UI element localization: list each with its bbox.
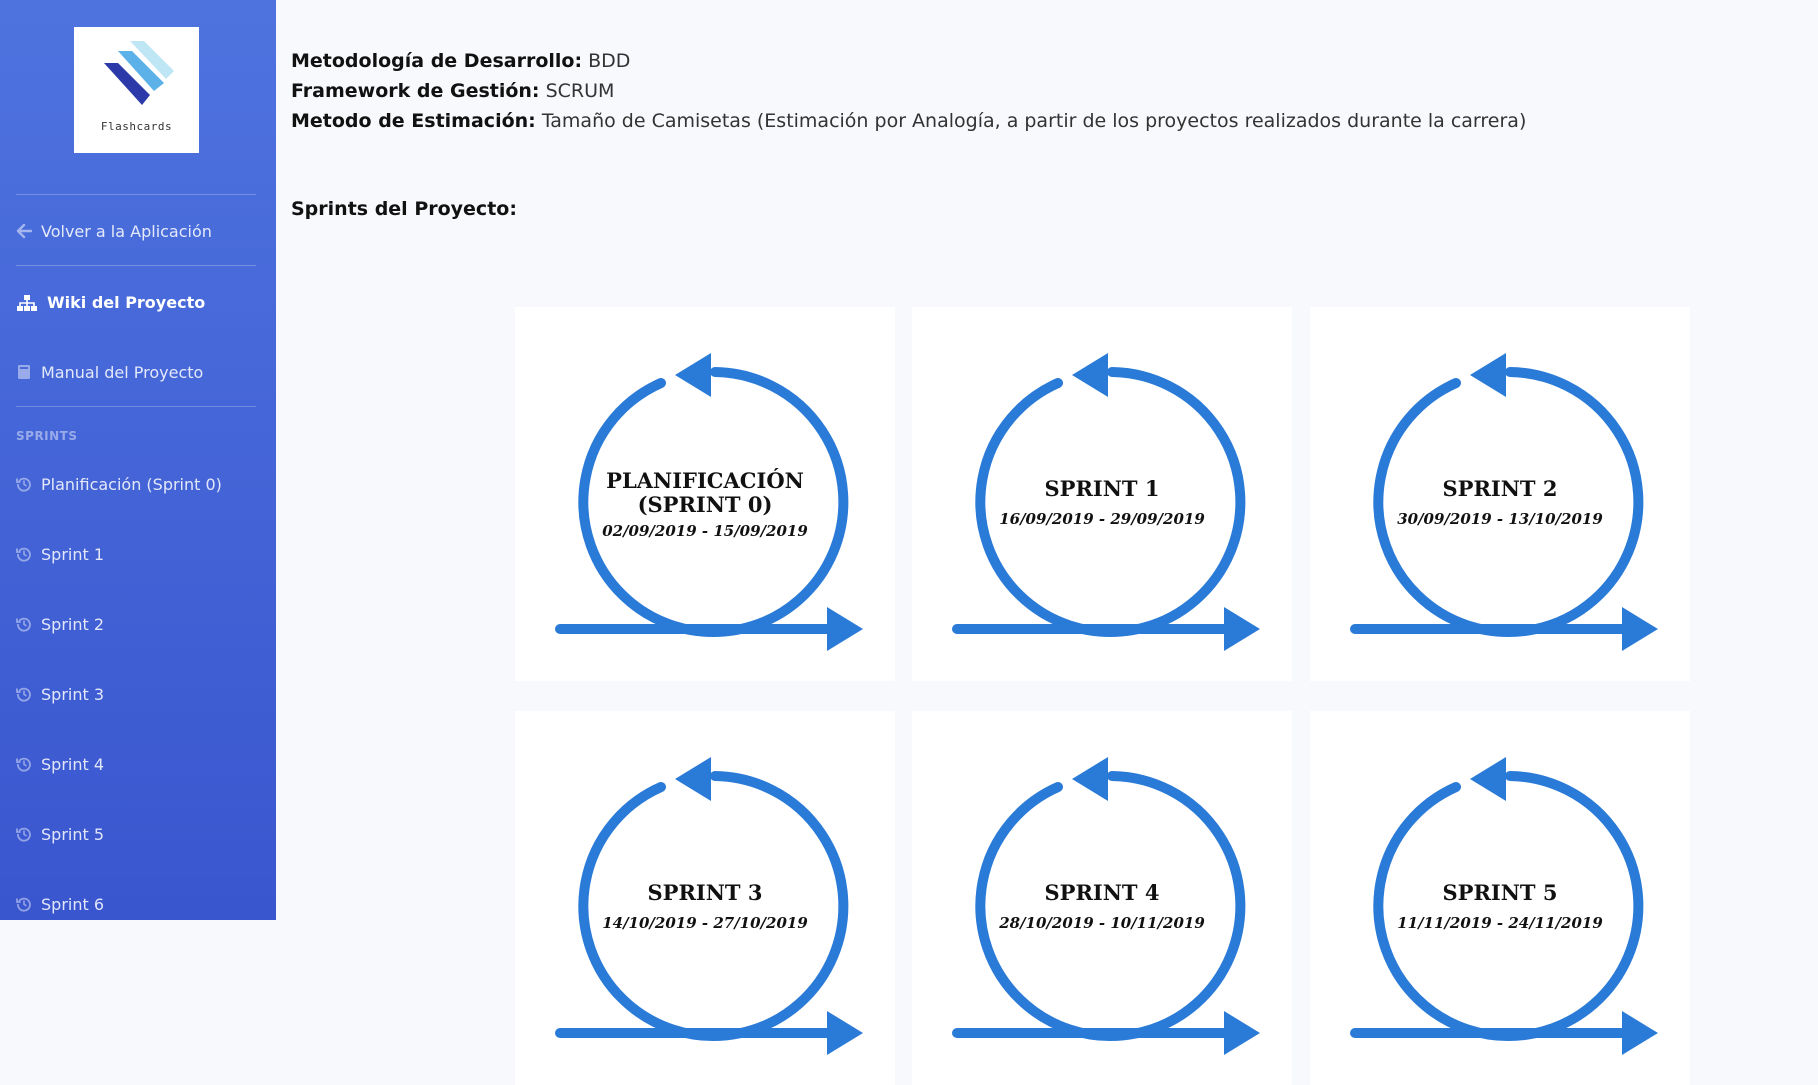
sidebar-item-sprint[interactable]: Planificación (Sprint 0) xyxy=(16,472,222,496)
sprint-dates: 16/09/2019 - 29/09/2019 xyxy=(999,510,1205,528)
history-icon xyxy=(16,896,32,912)
sitemap-icon xyxy=(16,294,38,311)
nav-label: Wiki del Proyecto xyxy=(47,292,206,312)
main-content: Metodología de Desarrollo: BDD Framework… xyxy=(276,0,1818,1085)
sidebar-item-label: Sprint 1 xyxy=(41,544,105,564)
sprint-card[interactable]: SPRINT 2 30/09/2019 - 13/10/2019 xyxy=(1310,307,1690,681)
sprint-dates: 14/10/2019 - 27/10/2019 xyxy=(602,914,808,932)
sprint-name-line2: (SPRINT 0) xyxy=(637,492,773,517)
sprint-name: SPRINT 2 xyxy=(1442,476,1558,501)
sprint-name: SPRINT 4 xyxy=(1044,880,1160,905)
nav-wiki-proyecto[interactable]: Wiki del Proyecto xyxy=(16,290,205,314)
history-icon xyxy=(16,546,32,562)
sprint-name: PLANIFICACIÓN xyxy=(606,468,804,493)
meta-value: SCRUM xyxy=(545,80,615,102)
sprint-dates: 30/09/2019 - 13/10/2019 xyxy=(1397,510,1603,528)
sidebar-item-sprint[interactable]: Sprint 6 xyxy=(16,892,104,916)
history-icon xyxy=(16,686,32,702)
flashcards-logo[interactable]: Flashcards xyxy=(74,27,199,153)
sprint-card[interactable]: SPRINT 4 28/10/2019 - 10/11/2019 xyxy=(912,711,1292,1085)
meta-value: BDD xyxy=(588,50,631,72)
sidebar-item-label: Sprint 5 xyxy=(41,824,105,844)
meta-label: Framework de Gestión: xyxy=(291,80,540,102)
nav-volver-aplicacion[interactable]: Volver a la Aplicación xyxy=(16,219,212,243)
sidebar-divider xyxy=(16,406,256,407)
sidebar-item-sprint[interactable]: Sprint 2 xyxy=(16,612,104,636)
sprints-section-heading: SPRINTS xyxy=(16,429,78,443)
nav-manual-proyecto[interactable]: Manual del Proyecto xyxy=(16,360,203,384)
sprint-card[interactable]: SPRINT 3 14/10/2019 - 27/10/2019 xyxy=(515,711,895,1085)
sidebar-item-label: Sprint 4 xyxy=(41,754,105,774)
flashcards-logo-icon xyxy=(104,41,174,105)
arrow-left-icon xyxy=(16,223,33,239)
sidebar-item-sprint[interactable]: Sprint 1 xyxy=(16,542,104,566)
sprint-card[interactable]: PLANIFICACIÓN (SPRINT 0) 02/09/2019 - 15/0… xyxy=(515,307,895,681)
sidebar-item-label: Planificación (Sprint 0) xyxy=(41,474,222,494)
meta-framework: Framework de Gestión: SCRUM xyxy=(291,80,614,102)
sidebar-item-label: Sprint 3 xyxy=(41,684,105,704)
sidebar-item-sprint[interactable]: Sprint 5 xyxy=(16,822,104,846)
logo-text: Flashcards xyxy=(100,120,173,133)
sidebar-item-label: Sprint 2 xyxy=(41,614,105,634)
nav-label: Volver a la Aplicación xyxy=(41,221,212,241)
sprint-card[interactable]: SPRINT 1 16/09/2019 - 29/09/2019 xyxy=(912,307,1292,681)
sidebar-divider xyxy=(16,265,256,266)
book-icon xyxy=(16,364,32,380)
sprints-title: Sprints del Proyecto: xyxy=(291,198,517,220)
sidebar-item-sprint[interactable]: Sprint 4 xyxy=(16,752,104,776)
history-icon xyxy=(16,756,32,772)
meta-label: Metodología de Desarrollo: xyxy=(291,50,583,72)
meta-label: Metodo de Estimación: xyxy=(291,110,536,132)
history-icon xyxy=(16,616,32,632)
sprint-name: SPRINT 1 xyxy=(1044,476,1160,501)
sprint-dates: 11/11/2019 - 24/11/2019 xyxy=(1397,914,1603,932)
meta-estimacion: Metodo de Estimación: Tamaño de Camiseta… xyxy=(291,110,1526,132)
history-icon xyxy=(16,476,32,492)
history-icon xyxy=(16,826,32,842)
sprint-name: SPRINT 5 xyxy=(1442,880,1558,905)
meta-value: Tamaño de Camisetas (Estimación por Anal… xyxy=(541,110,1527,132)
sidebar-item-sprint[interactable]: Sprint 3 xyxy=(16,682,104,706)
sprint-card[interactable]: SPRINT 5 11/11/2019 - 24/11/2019 xyxy=(1310,711,1690,1085)
sidebar: Flashcards Volver a la Aplicación Wiki d… xyxy=(0,0,276,920)
nav-label: Manual del Proyecto xyxy=(41,362,204,382)
meta-metodologia: Metodología de Desarrollo: BDD xyxy=(291,50,630,72)
sprint-dates: 28/10/2019 - 10/11/2019 xyxy=(999,914,1205,932)
sprint-name: SPRINT 3 xyxy=(647,880,763,905)
sidebar-divider xyxy=(16,194,256,195)
sidebar-item-label: Sprint 6 xyxy=(41,894,105,914)
sprint-dates: 02/09/2019 - 15/09/2019 xyxy=(602,522,808,540)
